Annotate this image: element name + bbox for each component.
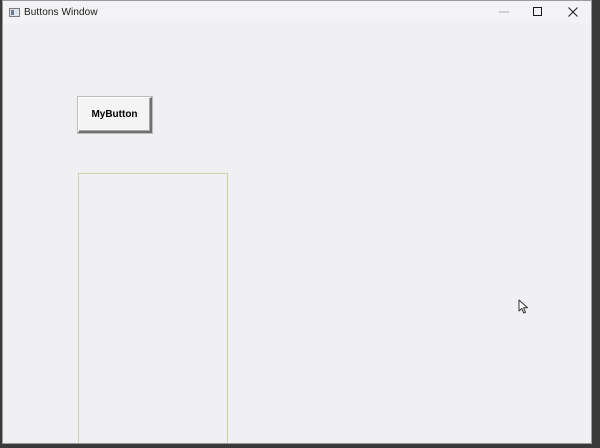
mouse-pointer-icon	[518, 299, 528, 314]
minimize-button[interactable]	[487, 1, 521, 23]
maximize-button[interactable]	[521, 1, 555, 23]
close-button[interactable]	[556, 1, 590, 23]
minimize-icon	[499, 11, 509, 13]
title-bar[interactable]: Buttons Window	[3, 1, 591, 23]
buttons-window: Buttons Window MyButton	[2, 0, 592, 444]
client-area: MyButton	[3, 23, 591, 443]
my-button[interactable]: MyButton	[78, 97, 152, 133]
app-icon	[9, 7, 20, 17]
maximize-icon	[533, 7, 542, 16]
panel-box	[78, 173, 228, 443]
close-icon	[568, 7, 578, 17]
window-title: Buttons Window	[24, 6, 98, 18]
